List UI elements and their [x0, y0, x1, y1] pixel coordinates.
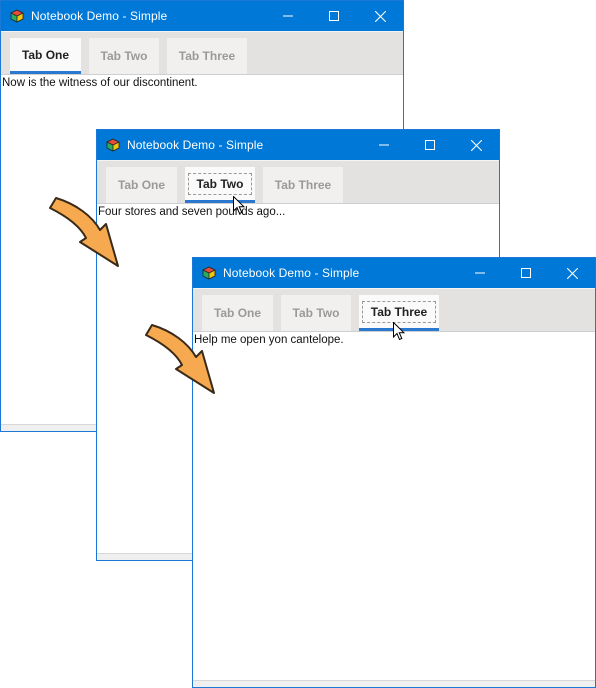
minimize-button[interactable]: [457, 258, 503, 288]
minimize-button[interactable]: [361, 130, 407, 160]
tab-label: Tab Two: [100, 49, 148, 63]
app-cube-icon: [106, 138, 120, 152]
minimize-icon: [379, 144, 389, 146]
minimize-icon: [475, 272, 485, 274]
tab-strip: Tab One Tab Two Tab Three: [97, 160, 499, 204]
title-bar[interactable]: Notebook Demo - Simple: [193, 258, 595, 288]
window-tab-three: Notebook Demo - Simple Tab One Tab Two T…: [192, 257, 596, 688]
maximize-icon: [425, 140, 435, 150]
status-strip: [193, 680, 595, 687]
tab-label: Tab Three: [274, 178, 332, 192]
maximize-button[interactable]: [311, 1, 357, 31]
title-bar[interactable]: Notebook Demo - Simple: [1, 1, 403, 31]
minimize-icon: [283, 15, 293, 17]
minimize-button[interactable]: [265, 1, 311, 31]
maximize-icon: [521, 268, 531, 278]
tab-three[interactable]: Tab Three: [167, 38, 247, 74]
close-button[interactable]: [357, 1, 403, 31]
close-icon: [470, 139, 482, 151]
tab-label: Tab Two: [292, 306, 340, 320]
tab-three[interactable]: Tab Three: [263, 167, 343, 203]
window-title: Notebook Demo - Simple: [223, 266, 360, 280]
tab-label: Tab Two: [187, 172, 253, 195]
tab-one[interactable]: Tab One: [10, 38, 81, 74]
tab-label: Tab One: [213, 306, 262, 320]
window-title: Notebook Demo - Simple: [31, 9, 168, 23]
tab-label: Tab Three: [178, 49, 236, 63]
close-icon: [566, 267, 578, 279]
mouse-cursor-icon: [393, 322, 405, 341]
curved-arrow-icon: [49, 197, 119, 267]
close-button[interactable]: [453, 130, 499, 160]
tab-content-text: Now is the witness of our discontinent.: [2, 77, 198, 89]
mouse-cursor-icon: [233, 196, 245, 215]
app-cube-icon: [10, 9, 24, 23]
tab-content-text: Four stores and seven pounds ago...: [98, 206, 286, 218]
tab-label: Tab Three: [361, 300, 437, 323]
maximize-icon: [329, 11, 339, 21]
curved-arrow-icon: [145, 324, 215, 394]
title-bar[interactable]: Notebook Demo - Simple: [97, 130, 499, 160]
tab-two[interactable]: Tab Two: [89, 38, 159, 74]
app-cube-icon: [202, 266, 216, 280]
close-icon: [374, 10, 386, 22]
tab-strip: Tab One Tab Two Tab Three: [1, 31, 403, 75]
close-button[interactable]: [549, 258, 595, 288]
tab-label: Tab One: [117, 178, 166, 192]
window-title: Notebook Demo - Simple: [127, 138, 264, 152]
maximize-button[interactable]: [407, 130, 453, 160]
tab-label: Tab One: [21, 47, 70, 62]
tab-two[interactable]: Tab Two: [281, 295, 351, 331]
maximize-button[interactable]: [503, 258, 549, 288]
